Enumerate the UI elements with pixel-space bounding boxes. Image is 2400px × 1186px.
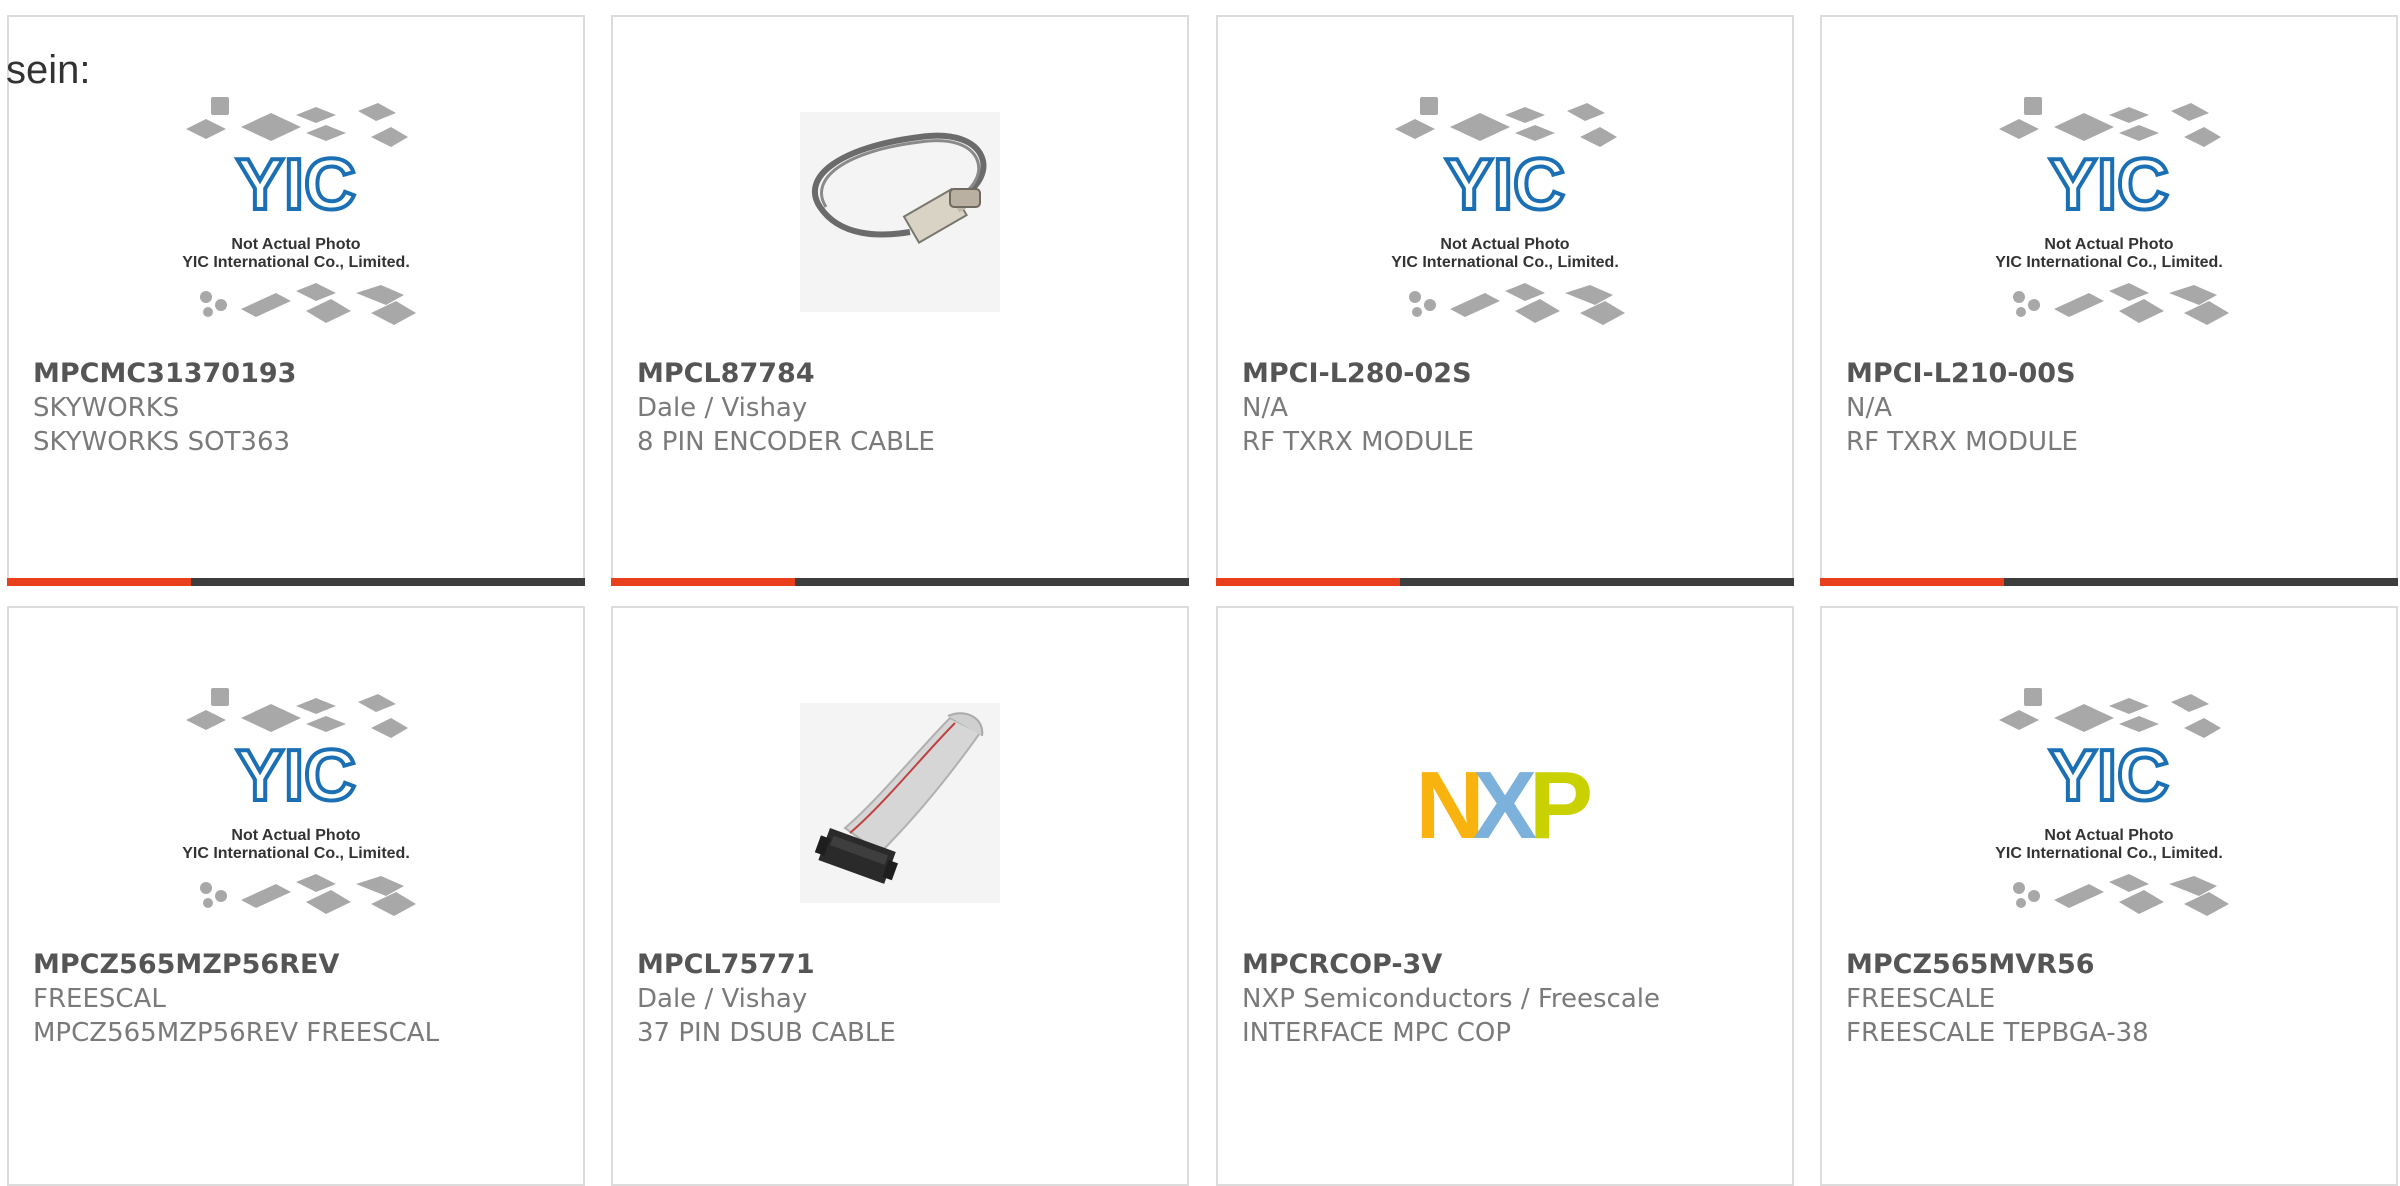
- placeholder-caption-1: Not Actual Photo: [2044, 827, 2173, 844]
- part-number[interactable]: MPCRCOP-3V: [1242, 948, 1772, 982]
- description: INTERFACE MPC COP: [1242, 1018, 1512, 1048]
- yic-logo-text: YIC: [2049, 145, 2169, 225]
- yic-logo-text: YIC: [1445, 145, 1565, 225]
- product-card[interactable]: YIC Not Actual Photo YIC International C…: [1820, 606, 2398, 1186]
- description: FREESCALE TEPBGA-38: [1846, 1018, 2149, 1048]
- yic-logo-text: YIC: [2049, 736, 2169, 816]
- card-accent-bar: [7, 578, 191, 586]
- manufacturer: Dale / Vishay: [637, 984, 808, 1014]
- placeholder-caption-1: Not Actual Photo: [2044, 236, 2173, 253]
- product-card[interactable]: YIC Not Actual Photo YIC International C…: [7, 15, 585, 586]
- product-card[interactable]: YIC Not Actual Photo YIC International C…: [1820, 15, 2398, 586]
- card-accent-bar: [1820, 578, 2004, 586]
- part-number[interactable]: MPCZ565MZP56REV: [33, 948, 563, 982]
- part-number[interactable]: MPCZ565MVR56: [1846, 948, 2376, 982]
- yic-placeholder-icon: YIC Not Actual Photo YIC International C…: [1959, 87, 2259, 357]
- placeholder-caption-2: YIC International Co., Limited.: [182, 845, 410, 862]
- yic-logo-text: YIC: [236, 736, 356, 816]
- yic-placeholder-icon: YIC Not Actual Photo YIC International C…: [1355, 87, 1655, 357]
- product-card[interactable]: MPCL87784 Dale / Vishay 8 PIN ENCODER CA…: [611, 15, 1189, 586]
- placeholder-caption-2: YIC International Co., Limited.: [1391, 254, 1619, 271]
- placeholder-caption-1: Not Actual Photo: [1440, 236, 1569, 253]
- product-grid: YIC Not Actual Photo YIC International C…: [0, 0, 2400, 1186]
- description: RF TXRX MODULE: [1242, 427, 1474, 457]
- description: SKYWORKS SOT363: [33, 427, 291, 457]
- card-accent-bar: [1216, 578, 1400, 586]
- yic-logo-text: YIC: [236, 145, 356, 225]
- manufacturer: Dale / Vishay: [637, 393, 808, 423]
- placeholder-caption-2: YIC International Co., Limited.: [182, 254, 410, 271]
- manufacturer: FREESCALE: [1846, 984, 1996, 1014]
- manufacturer: FREESCAL: [33, 984, 166, 1014]
- manufacturer: SKYWORKS: [33, 393, 180, 423]
- part-number[interactable]: MPCMC31370193: [33, 357, 563, 391]
- placeholder-caption-2: YIC International Co., Limited.: [1995, 254, 2223, 271]
- card-bottom-bar: [1820, 578, 2398, 586]
- card-accent-bar: [611, 578, 795, 586]
- manufacturer: N/A: [1846, 393, 1892, 423]
- page-prefix-text: sein:: [6, 48, 91, 92]
- nxp-logo-icon: N X P: [1355, 678, 1655, 948]
- description: MPCZ565MZP56REV FREESCAL: [33, 1018, 440, 1048]
- product-card[interactable]: YIC Not Actual Photo YIC International C…: [7, 606, 585, 1186]
- nxp-letter-x: X: [1473, 752, 1537, 859]
- encoder-cable-icon: [750, 87, 1050, 357]
- part-number[interactable]: MPCI-L210-00S: [1846, 357, 2376, 391]
- manufacturer: N/A: [1242, 393, 1288, 423]
- yic-placeholder-icon: YIC Not Actual Photo YIC International C…: [146, 87, 446, 357]
- card-bottom-bar: [1216, 578, 1794, 586]
- product-card[interactable]: MPCL75771 Dale / Vishay 37 PIN DSUB CABL…: [611, 606, 1189, 1186]
- description: RF TXRX MODULE: [1846, 427, 2078, 457]
- placeholder-caption-1: Not Actual Photo: [231, 827, 360, 844]
- product-card[interactable]: YIC Not Actual Photo YIC International C…: [1216, 15, 1794, 586]
- description: 37 PIN DSUB CABLE: [637, 1018, 896, 1048]
- part-number[interactable]: MPCL75771: [637, 948, 1167, 982]
- manufacturer: NXP Semiconductors / Freescale: [1242, 984, 1661, 1014]
- part-number[interactable]: MPCI-L280-02S: [1242, 357, 1772, 391]
- card-bottom-bar: [611, 578, 1189, 586]
- placeholder-caption-2: YIC International Co., Limited.: [1995, 845, 2223, 862]
- part-number[interactable]: MPCL87784: [637, 357, 1167, 391]
- yic-placeholder-icon: YIC Not Actual Photo YIC International C…: [1959, 678, 2259, 948]
- description: 8 PIN ENCODER CABLE: [637, 427, 935, 457]
- product-card[interactable]: N X P MPCRCOP-3V NXP Semiconductors / Fr…: [1216, 606, 1794, 1186]
- ribbon-cable-icon: [750, 678, 1050, 948]
- placeholder-caption-1: Not Actual Photo: [231, 236, 360, 253]
- card-bottom-bar: [7, 578, 585, 586]
- yic-placeholder-icon: YIC Not Actual Photo YIC International C…: [146, 678, 446, 948]
- nxp-letter-p: P: [1529, 752, 1593, 859]
